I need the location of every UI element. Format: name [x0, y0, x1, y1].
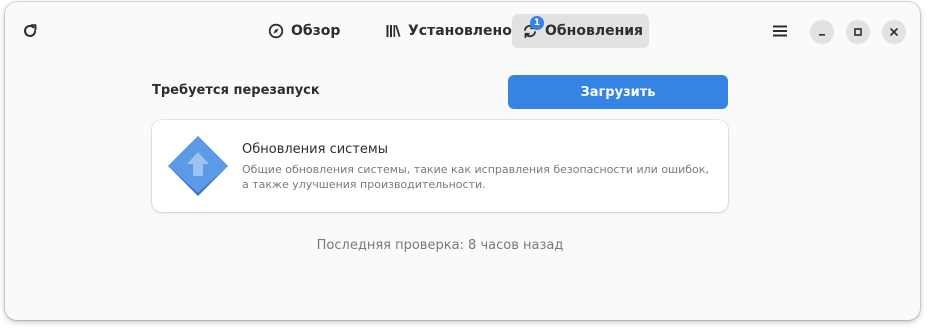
tab-updates-label: Обновления	[545, 23, 644, 39]
tab-installed[interactable]: Установлено	[375, 14, 512, 48]
app-window: Обзор Установлено 1 Обновления Требуется…	[5, 2, 920, 320]
restart-required-label: Требуется перезапуск	[152, 83, 320, 98]
header-bar: Обзор Установлено 1 Обновления	[5, 2, 920, 58]
maximize-button[interactable]	[846, 20, 870, 44]
minimize-icon	[819, 34, 825, 36]
compass-icon	[268, 23, 284, 39]
hamburger-icon	[773, 25, 787, 37]
last-check-status: Последняя проверка: 8 часов назад	[316, 238, 564, 253]
library-icon	[385, 23, 401, 39]
updates-count-badge: 1	[530, 16, 544, 30]
system-update-icon	[168, 136, 228, 196]
system-updates-card[interactable]: Обновления системы Общие обновления сист…	[152, 120, 728, 212]
close-button[interactable]	[882, 20, 906, 44]
tab-updates[interactable]: 1 Обновления	[512, 14, 649, 48]
tab-explore[interactable]: Обзор	[258, 14, 358, 48]
tab-installed-label: Установлено	[408, 23, 512, 39]
tab-explore-label: Обзор	[291, 23, 341, 39]
main-menu-button[interactable]	[762, 14, 798, 48]
download-button[interactable]: Загрузить	[508, 75, 728, 109]
minimize-button[interactable]	[810, 20, 834, 44]
close-icon	[890, 28, 898, 36]
maximize-icon	[854, 28, 862, 36]
update-icon: 1	[522, 16, 544, 39]
card-title: Обновления системы	[242, 142, 388, 157]
card-description: Общие обновления системы, такие как испр…	[242, 163, 709, 191]
